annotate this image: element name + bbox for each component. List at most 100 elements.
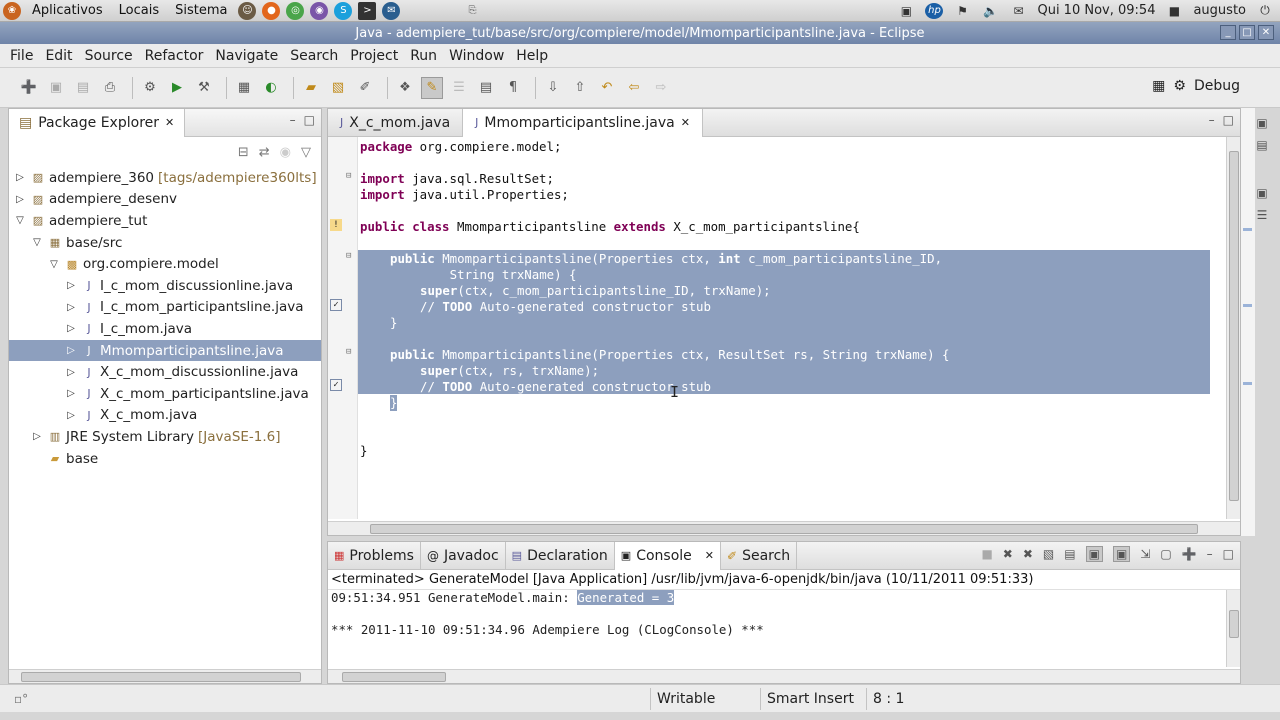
task-list-icon[interactable]: ☰ [1257, 208, 1268, 222]
previous-annotation-icon[interactable]: ⇧ [569, 77, 591, 99]
tab-javadoc[interactable]: @ Javadoc [421, 541, 506, 570]
editor-tab-x-c-mom[interactable]: J X_c_mom.java [328, 108, 464, 137]
network-tray-icon[interactable]: ▣ [897, 3, 915, 19]
tree-item[interactable]: ▷ J I_c_mom_discussionline.java [9, 275, 321, 297]
tree-item[interactable]: ▷ J Mmomparticipantsline.java [9, 339, 321, 362]
tree-item[interactable]: ▽ ▦ base/src [9, 232, 321, 254]
save-icon[interactable]: ▣ [45, 77, 67, 99]
expanded-triangle-icon[interactable]: ▽ [13, 215, 27, 226]
scroll-lock-icon[interactable]: ▤ [1064, 547, 1075, 561]
console-horizontal-scrollbar[interactable] [328, 669, 1240, 683]
back-icon[interactable]: ⇦ [623, 77, 645, 99]
fold-collapse-icon[interactable]: ⊟ [346, 251, 356, 261]
pidgin-launcher-icon[interactable]: ◉ [310, 1, 329, 20]
editor-vertical-scrollbar[interactable] [1226, 137, 1240, 519]
minimize-window-icon[interactable]: _ [1220, 25, 1236, 40]
scrollbar-thumb[interactable] [1229, 610, 1239, 638]
search-toolbar-icon[interactable]: ✐ [354, 77, 376, 99]
expanded-triangle-icon[interactable]: ▽ [47, 259, 61, 270]
menu-help[interactable]: Help [510, 48, 554, 64]
new-class-icon[interactable]: ◐ [260, 77, 282, 99]
close-window-icon[interactable]: ✕ [1258, 25, 1274, 40]
editor-tab-mmomparticipantsline[interactable]: J Mmomparticipantsline.java ✕ [463, 108, 703, 137]
clear-console-icon[interactable]: ▧ [1043, 547, 1054, 561]
mail-tray-icon[interactable]: ✉ [1009, 3, 1027, 19]
new-java-project-icon[interactable]: ▦ [233, 77, 255, 99]
tree-item[interactable]: ▷ J X_c_mom_discussionline.java [9, 361, 321, 383]
collapsed-triangle-icon[interactable]: ▷ [64, 345, 78, 356]
pin-console-icon[interactable]: ⇲ [1140, 547, 1150, 561]
tree-item[interactable]: ▰ base [9, 448, 321, 470]
tree-item[interactable]: ▷ J I_c_mom_participantsline.java [9, 297, 321, 319]
outline-view-icon[interactable]: ▤ [1256, 138, 1267, 152]
collapsed-triangle-icon[interactable]: ▷ [64, 388, 78, 399]
tree-item[interactable]: ▷ J X_c_mom.java [9, 405, 321, 427]
open-perspective-icon[interactable]: ▦ [1152, 78, 1165, 94]
tree-item[interactable]: ▽ ▩ org.compiere.model [9, 253, 321, 275]
scrollbar-thumb[interactable] [21, 672, 301, 682]
skype-launcher-icon[interactable]: S [334, 1, 353, 20]
close-tab-icon[interactable]: ✕ [705, 549, 714, 562]
collapsed-triangle-icon[interactable]: ▷ [64, 410, 78, 421]
open-type-icon[interactable]: ▰ [300, 77, 322, 99]
tree-item[interactable]: ▷ J X_c_mom_participantsline.java [9, 383, 321, 405]
save-all-icon[interactable]: ▤ [72, 77, 94, 99]
chrome-launcher-icon[interactable]: ◎ [286, 1, 305, 20]
panel-user[interactable]: augusto [1193, 3, 1246, 18]
focus-icon[interactable]: ◉ [280, 145, 291, 160]
tree-item[interactable]: ▷ J I_c_mom.java [9, 318, 321, 340]
fold-collapse-icon[interactable]: ⊟ [346, 171, 356, 181]
tree-item[interactable]: ▽ ▨ adempiere_tut [9, 210, 321, 232]
display-console-icon[interactable]: ▢ [1160, 547, 1171, 561]
collapsed-triangle-icon[interactable]: ▷ [64, 367, 78, 378]
menu-run[interactable]: Run [404, 48, 443, 64]
collapsed-triangle-icon[interactable]: ▷ [64, 280, 78, 291]
terminate-icon[interactable]: ■ [981, 547, 992, 561]
restore-icon[interactable]: ▣ [1256, 186, 1267, 200]
tab-search[interactable]: ✐ Search [721, 541, 798, 570]
close-tab-icon[interactable]: ✕ [165, 116, 174, 129]
open-console-icon[interactable]: ➕ [1182, 547, 1197, 561]
volume-tray-icon[interactable]: 🔈 [981, 3, 999, 19]
restore-icon[interactable]: ▣ [1256, 116, 1267, 130]
debug-perspective-icon[interactable]: ⚙ [1173, 78, 1186, 94]
panel-clock[interactable]: Qui 10 Nov, 09:54 [1037, 3, 1155, 18]
firefox-launcher-icon[interactable]: ● [262, 1, 281, 20]
show-on-stderr-icon[interactable]: ▣ [1112, 546, 1131, 562]
console-vertical-scrollbar[interactable] [1226, 590, 1240, 667]
open-task-icon[interactable]: ▧ [327, 77, 349, 99]
view-menu-icon[interactable]: ▽ [301, 145, 311, 160]
expanded-triangle-icon[interactable]: ▽ [30, 237, 44, 248]
tab-package-explorer[interactable]: ▤ Package Explorer ✕ [9, 108, 186, 137]
console-output[interactable]: 09:51:34.951 GenerateModel.main: Generat… [331, 590, 764, 638]
show-whitespace-icon[interactable]: ▤ [475, 77, 497, 99]
gimp-launcher-icon[interactable]: ☺ [238, 1, 257, 20]
run-icon[interactable]: ▶ [166, 77, 188, 99]
tab-console[interactable]: ▣ Console ✕ [614, 541, 721, 570]
clipboard-applet-icon[interactable]: ⎘ [463, 2, 481, 20]
last-edit-location-icon[interactable]: ↶ [596, 77, 618, 99]
editor-horizontal-scrollbar[interactable] [328, 521, 1240, 535]
debug-icon[interactable]: ⚙ [139, 77, 161, 99]
scrollbar-thumb[interactable] [370, 524, 1198, 534]
code-text-area[interactable]: ⊟ ! ⊟ ✓ ⊟ ✓ package org.compiere.model; … [328, 137, 1226, 519]
maximize-view-icon[interactable]: □ [1223, 547, 1234, 561]
overview-mark[interactable] [1243, 304, 1252, 307]
menu-navigate[interactable]: Navigate [209, 48, 284, 64]
toggle-mark-occurrences-icon[interactable]: ✎ [421, 76, 443, 99]
tab-problems[interactable]: ▦ Problems [328, 541, 421, 570]
remove-all-launches-icon[interactable]: ✖ [1023, 547, 1033, 561]
maximize-window-icon[interactable]: □ [1239, 25, 1255, 40]
debug-perspective-label[interactable]: Debug [1194, 78, 1240, 94]
menu-source[interactable]: Source [79, 48, 139, 64]
collapsed-triangle-icon[interactable]: ▷ [30, 431, 44, 442]
new-icon[interactable]: ➕ [18, 77, 40, 99]
collapsed-triangle-icon[interactable]: ▷ [64, 302, 78, 313]
task-marker-icon[interactable]: ✓ [330, 379, 342, 391]
panel-menu-places[interactable]: Locais [111, 3, 167, 18]
thunderbird-launcher-icon[interactable]: ✉ [382, 1, 401, 20]
hp-tray-icon[interactable]: hp [925, 2, 944, 19]
toggle-occurrences-icon[interactable]: ❖ [394, 77, 416, 99]
horizontal-scrollbar[interactable] [9, 669, 321, 683]
tree-item[interactable]: ▷ ▥ JRE System Library [JavaSE-1.6] [9, 426, 321, 448]
